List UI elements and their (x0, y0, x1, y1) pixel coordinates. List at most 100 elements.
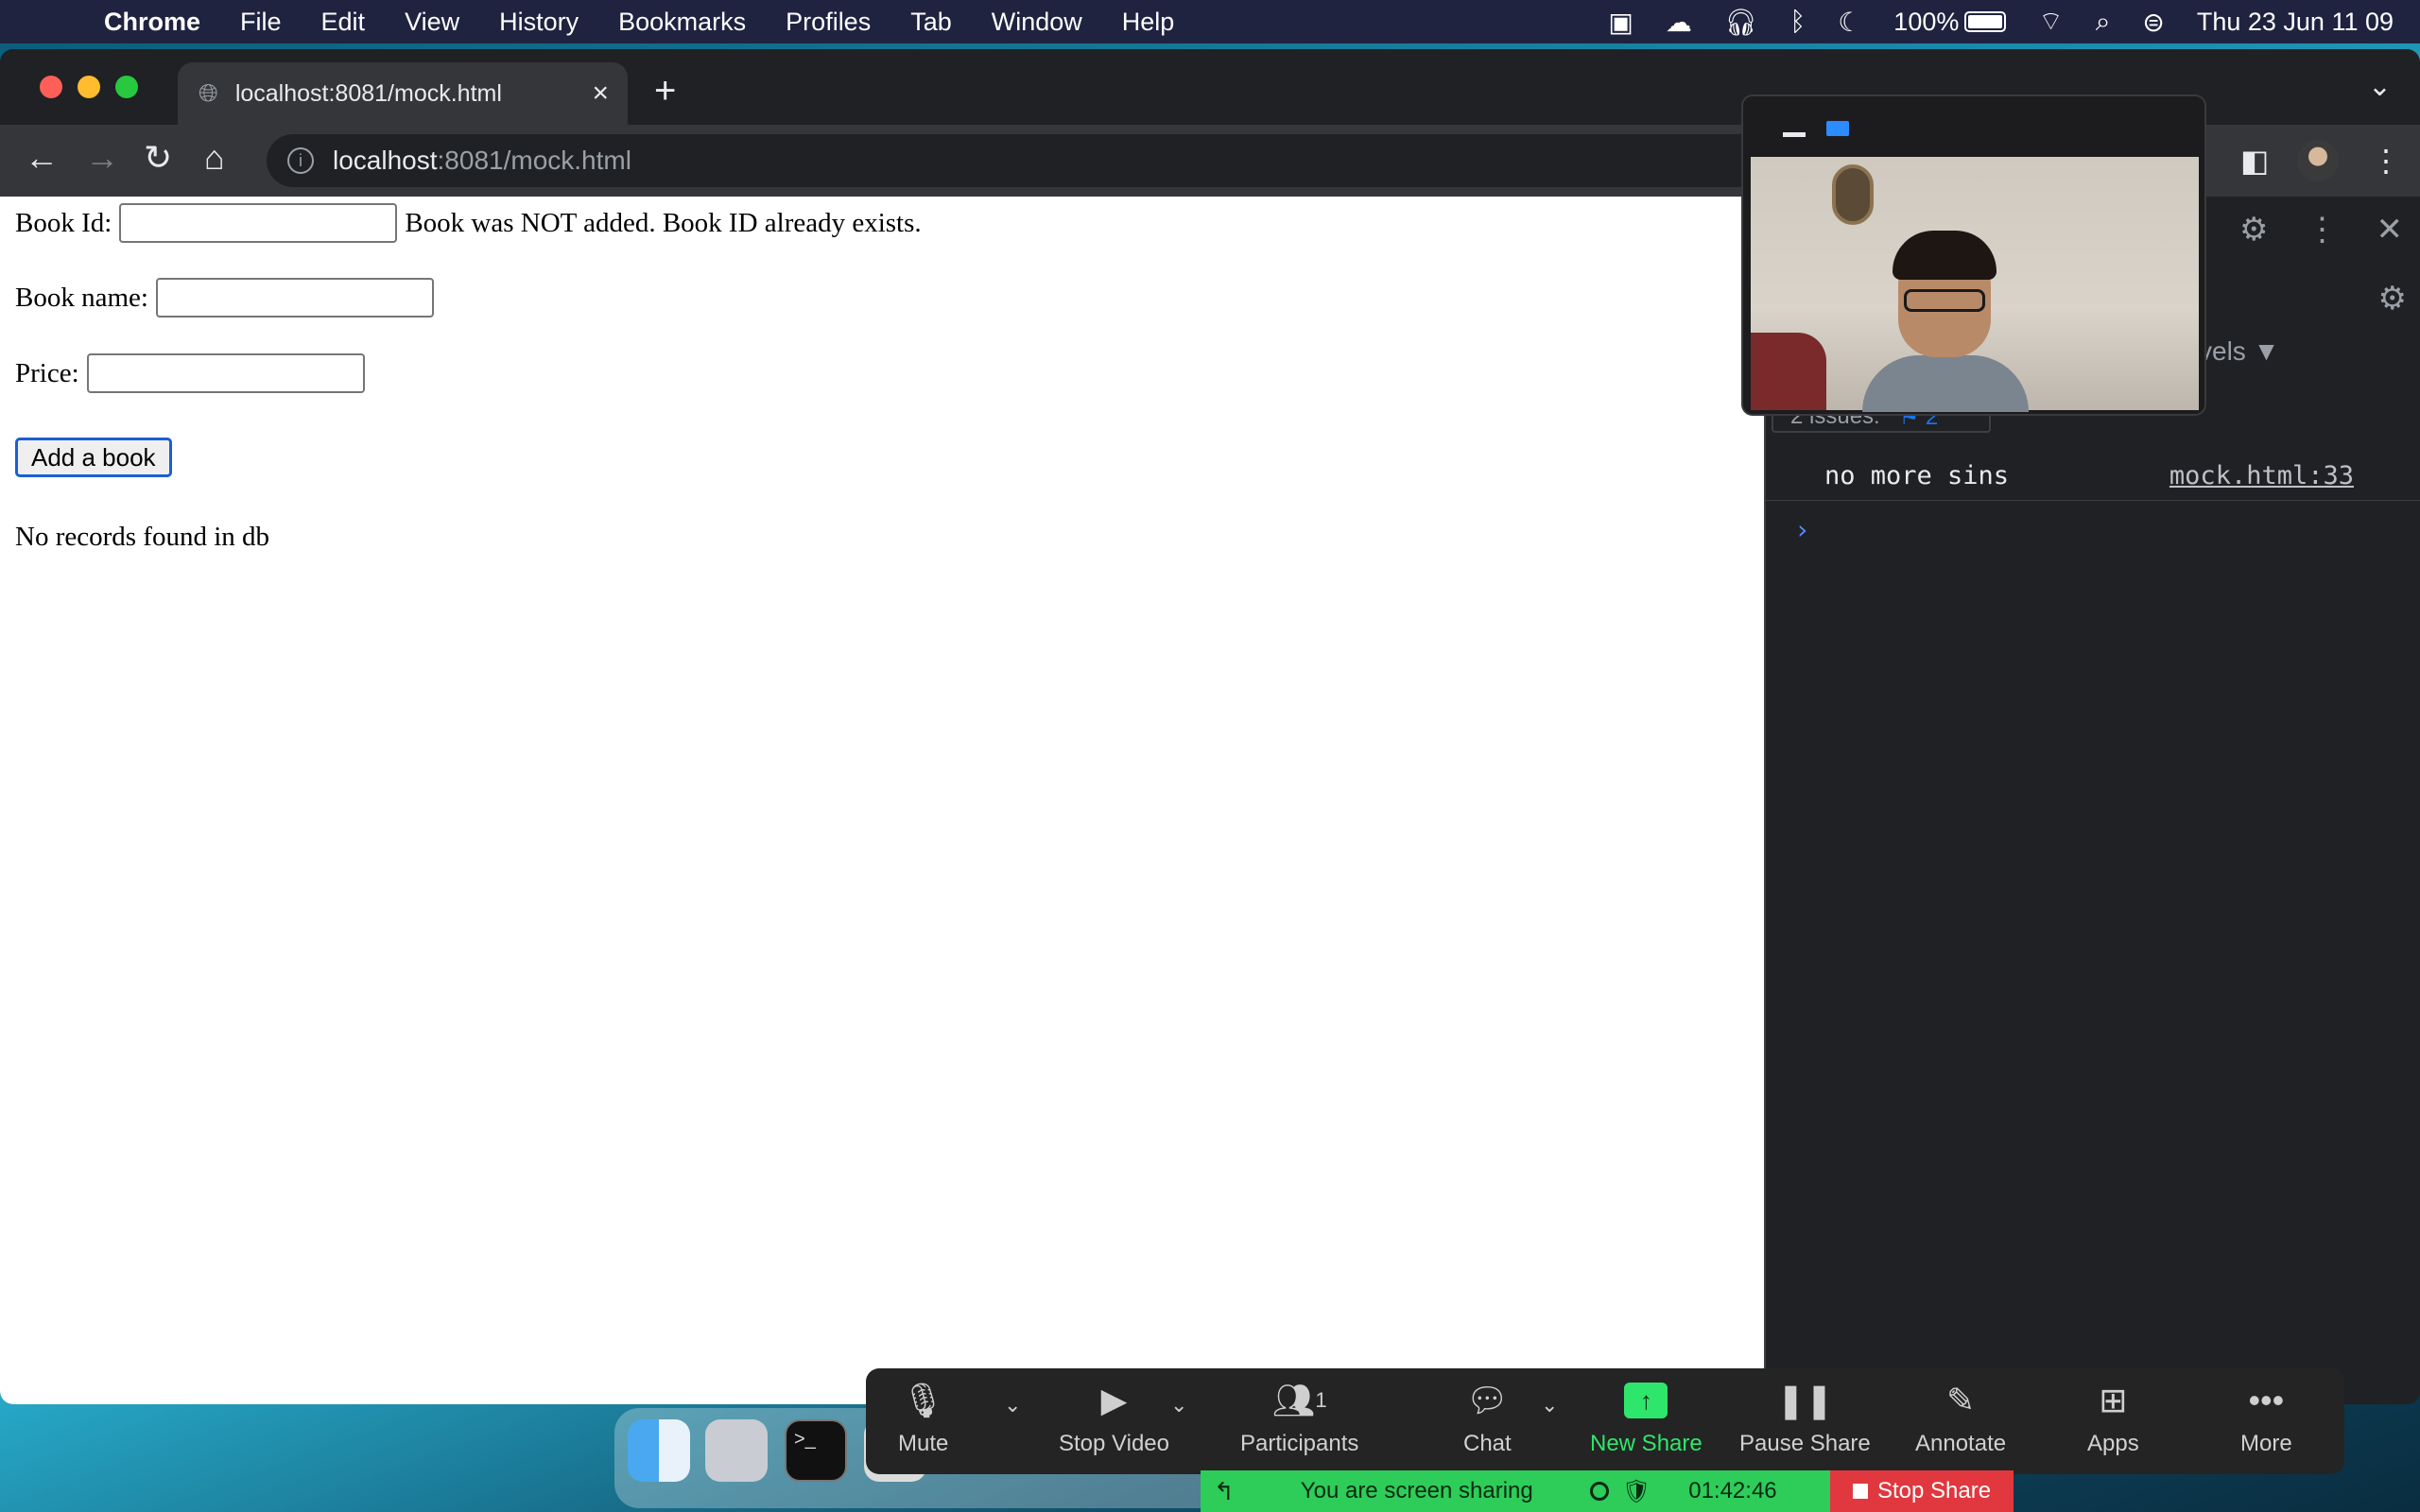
finder-icon[interactable] (628, 1419, 690, 1482)
console-prompt-icon[interactable]: › (1794, 514, 1810, 545)
pause-icon: ❚❚ (1776, 1381, 1834, 1419)
search-icon[interactable]: ⌕ (2096, 7, 2111, 38)
window-minimize-button[interactable] (78, 76, 100, 98)
zoom-video-window[interactable] (1741, 94, 2206, 416)
status-message: Book was NOT added. Book ID already exis… (405, 207, 922, 238)
home-button[interactable]: ⌂ (204, 138, 225, 178)
control-center-icon[interactable]: ⊜ (2142, 7, 2164, 38)
console-settings-gear-icon[interactable]: ⚙ (2378, 280, 2407, 318)
menu-window[interactable]: Window (992, 8, 1082, 37)
url-path: :8081/mock.html (437, 146, 631, 175)
reload-button[interactable]: ↻ (144, 138, 172, 178)
window-maximize-button[interactable] (115, 76, 138, 98)
stop-video-button[interactable]: ▶ Stop Video (1059, 1380, 1169, 1457)
pause-share-button[interactable]: ❚❚ Pause Share (1739, 1380, 1871, 1457)
records-message: No records found in db (15, 522, 270, 552)
console-message: no more sins (1824, 461, 2010, 490)
headphones-icon[interactable]: 🎧︎ (1724, 7, 1758, 38)
more-button[interactable]: ••• More (2240, 1380, 2292, 1457)
apps-button[interactable]: ⊞ Apps (2087, 1380, 2139, 1457)
mute-button[interactable]: 🎙︎ Mute (898, 1380, 948, 1457)
annotate-button[interactable]: ✎ Annotate (1915, 1380, 2006, 1457)
new-tab-button[interactable]: + (654, 70, 676, 112)
share-arrow-icon: ↑ (1624, 1383, 1668, 1418)
menu-app-name[interactable]: Chrome (104, 8, 200, 37)
battery-icon (1964, 11, 2007, 32)
screen-sharing-bar: ↰ You are screen sharing 🛡︎ 01:42:46 (1201, 1470, 1830, 1512)
wifi-off-icon[interactable]: ⌔ (2038, 6, 2063, 39)
chat-options-chevron-icon[interactable]: ⌄ (1541, 1393, 1558, 1418)
stop-share-button[interactable]: Stop Share (1830, 1470, 2014, 1512)
tab-search-chevron-icon[interactable]: ⌄ (2368, 70, 2392, 103)
battery-percent: 100% (1893, 7, 1960, 36)
avatar[interactable] (2297, 140, 2339, 181)
video-minimize-icon[interactable] (1783, 132, 1806, 137)
book-id-row: Book Id: Book was NOT added. Book ID alr… (15, 203, 922, 243)
participants-label: Participants (1240, 1431, 1359, 1456)
chat-button[interactable]: 💬︎ Chat (1463, 1380, 1512, 1457)
video-options-chevron-icon[interactable]: ⌄ (1170, 1393, 1187, 1418)
apps-label: Apps (2087, 1431, 2139, 1456)
window-close-button[interactable] (40, 76, 62, 98)
participants-button[interactable]: 👥︎ 1 Participants (1240, 1380, 1358, 1457)
video-title-bar (1743, 96, 2204, 155)
zoom-status-icon[interactable]: ▣ (1608, 7, 1633, 38)
book-name-label: Book name: (15, 282, 148, 313)
menu-help[interactable]: Help (1122, 8, 1175, 37)
forward-button[interactable]: → (85, 138, 119, 178)
book-id-label: Book Id: (15, 207, 112, 238)
share-arrow-icon[interactable]: ↰ (1214, 1477, 1235, 1506)
video-expand-icon[interactable] (1826, 121, 1849, 136)
microphone-icon: 🎙︎ (901, 1381, 945, 1419)
audio-options-chevron-icon[interactable]: ⌄ (1004, 1393, 1021, 1418)
menu-history[interactable]: History (499, 8, 579, 37)
red-cloth (1751, 333, 1826, 410)
screen-sharing-status: You are screen sharing (1300, 1478, 1533, 1503)
new-share-button[interactable]: ↑ New Share (1590, 1380, 1703, 1457)
cloud-icon[interactable]: ☁ (1666, 7, 1692, 38)
back-button[interactable]: ← (25, 138, 59, 178)
log-levels-dropdown[interactable]: vels ▼ (2199, 336, 2279, 367)
person-shirt (1862, 355, 2029, 412)
stop-square-icon (1852, 1484, 1868, 1499)
macos-menu-bar: Chrome File Edit View History Bookmarks … (0, 0, 2420, 43)
devtools-top-toolbar: ⚙ ⋮ ✕ (2239, 197, 2420, 263)
chat-label: Chat (1463, 1431, 1512, 1456)
price-label: Price: (15, 357, 79, 388)
menu-tab[interactable]: Tab (910, 8, 952, 37)
devtools-close-icon[interactable]: ✕ (2377, 211, 2404, 249)
site-info-icon[interactable]: i (287, 147, 314, 174)
browser-tab[interactable]: 🌐︎ localhost:8081/mock.html × (178, 62, 628, 125)
console-source-link[interactable]: mock.html:33 (2169, 461, 2354, 490)
moon-icon[interactable]: ☾ (1838, 7, 1861, 38)
video-camera-icon: ▶ (1100, 1381, 1128, 1419)
more-label: More (2240, 1431, 2292, 1456)
book-name-row: Book name: (15, 278, 434, 318)
mute-label: Mute (898, 1431, 949, 1456)
settings-gear-icon[interactable]: ⚙ (2239, 211, 2268, 249)
wall-clock (1832, 164, 1874, 225)
book-id-input[interactable] (119, 203, 398, 243)
add-book-button[interactable]: Add a book (15, 438, 172, 477)
new-share-label: New Share (1590, 1431, 1703, 1456)
launchpad-icon[interactable] (705, 1419, 768, 1482)
book-name-input[interactable] (155, 278, 434, 318)
devtools-menu-icon[interactable]: ⋮ (2307, 211, 2339, 249)
chrome-menu-icon[interactable]: ⋮ (2371, 125, 2401, 197)
tab-title: localhost:8081/mock.html (234, 79, 502, 107)
menu-profiles[interactable]: Profiles (786, 8, 871, 37)
menu-edit[interactable]: Edit (321, 8, 366, 37)
price-input[interactable] (86, 353, 365, 393)
tab-close-icon[interactable]: × (592, 77, 609, 110)
page-content: Book Id: Book was NOT added. Book ID alr… (0, 197, 1764, 1404)
menu-file[interactable]: File (240, 8, 282, 37)
terminal-icon[interactable]: >_ (785, 1419, 847, 1482)
more-dots-icon: ••• (2248, 1381, 2285, 1419)
menu-clock[interactable]: Thu 23 Jun 11 09 (2197, 8, 2394, 37)
share-timer: 01:42:46 (1688, 1478, 1777, 1503)
bluetooth-icon[interactable]: ᛒ (1789, 7, 1806, 37)
side-panel-icon[interactable]: ◧ (2240, 125, 2269, 197)
battery-status[interactable]: 100% (1893, 7, 2007, 37)
menu-view[interactable]: View (405, 8, 459, 37)
menu-bookmarks[interactable]: Bookmarks (618, 8, 746, 37)
